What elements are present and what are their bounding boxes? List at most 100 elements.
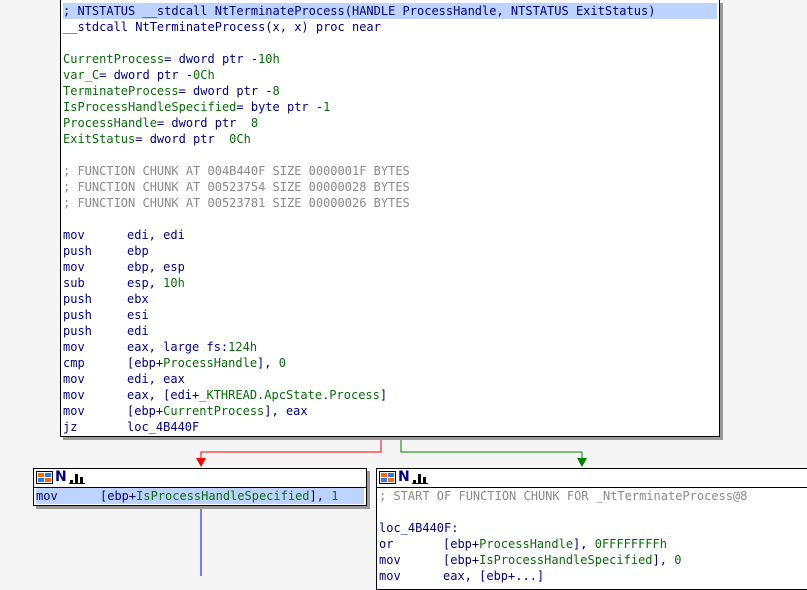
variable-name[interactable]: IsProcessHandleSpecified — [63, 100, 236, 114]
main-code-block[interactable]: ; NTSTATUS __stdcall NtTerminateProcess(… — [60, 0, 720, 437]
instruction-mnemonic[interactable]: mov — [379, 552, 443, 568]
node-n-icon[interactable]: N — [55, 470, 67, 484]
stack-variable-line[interactable]: ExitStatus= dword ptr 0Ch — [63, 131, 717, 147]
instruction-operands[interactable]: esi — [127, 308, 149, 322]
instruction-operands[interactable]: eax, large fs:124h — [127, 340, 257, 354]
code-label[interactable]: loc_4B440F: — [379, 520, 807, 536]
variable-definition: = dword ptr -0Ch — [99, 68, 215, 82]
instruction-mnemonic[interactable]: push — [63, 323, 127, 339]
instruction-operands[interactable]: edi, edi — [127, 228, 185, 242]
comment-line[interactable]: ; FUNCTION CHUNK AT 00523754 SIZE 000000… — [63, 179, 717, 195]
instruction-operands[interactable]: esp, 10h — [127, 276, 185, 290]
stack-variable-line[interactable]: CurrentProcess= dword ptr -10h — [63, 51, 717, 67]
instruction-mnemonic[interactable]: jz — [63, 419, 127, 435]
instruction-line[interactable]: push edi — [63, 323, 717, 339]
stack-variable-line[interactable]: IsProcessHandleSpecified= byte ptr -1 — [63, 99, 717, 115]
instruction-operands[interactable]: eax, [ebp+...] — [443, 569, 544, 583]
instruction-mnemonic[interactable]: sub — [63, 275, 127, 291]
edge-true-branch[interactable] — [400, 437, 583, 462]
instruction-operands[interactable]: [ebp+ProcessHandle], 0FFFFFFFFh — [443, 537, 667, 551]
main-code-listing: ; NTSTATUS __stdcall NtTerminateProcess(… — [63, 3, 717, 435]
declaration-text: __stdcall NtTerminateProcess(x, x) proc … — [63, 20, 381, 34]
instruction-mnemonic[interactable]: push — [63, 291, 127, 307]
instruction-mnemonic[interactable]: cmp — [63, 355, 127, 371]
instruction-mnemonic[interactable]: mov — [63, 403, 127, 419]
label-text[interactable]: loc_4B440F: — [379, 521, 458, 535]
instruction-line[interactable]: jz loc_4B440F — [63, 419, 717, 435]
instruction-operands[interactable]: [ebp+ProcessHandle], 0 — [127, 356, 286, 370]
declaration-line[interactable]: ; NTSTATUS __stdcall NtTerminateProcess(… — [63, 3, 717, 19]
instruction-operands[interactable]: eax, [edi+_KTHREAD.ApcState.Process] — [127, 388, 387, 402]
variable-definition: = byte ptr -1 — [236, 100, 331, 114]
variable-definition: = dword ptr -10h — [164, 52, 280, 66]
instruction-operands[interactable]: edi — [127, 324, 149, 338]
instruction-operands[interactable]: ebx — [127, 292, 149, 306]
edge-true-arrow — [577, 458, 587, 467]
instruction-line[interactable]: sub esp, 10h — [63, 275, 717, 291]
instruction-line[interactable]: mov ebp, esp — [63, 259, 717, 275]
instruction-mnemonic[interactable]: mov — [63, 339, 127, 355]
variable-definition: = dword ptr 0Ch — [135, 132, 251, 146]
instruction-mnemonic[interactable]: or — [379, 536, 443, 552]
instruction-operands[interactable]: [ebp+CurrentProcess], eax — [127, 404, 308, 418]
instruction-line[interactable]: mov [ebp+IsProcessHandleSpecified], 0 — [379, 552, 807, 568]
node-n-icon[interactable]: N — [398, 470, 410, 484]
instruction-line[interactable]: mov eax, [ebp+...] — [379, 568, 807, 584]
variable-definition: = dword ptr 8 — [156, 116, 259, 130]
declaration-line[interactable]: __stdcall NtTerminateProcess(x, x) proc … — [63, 19, 717, 35]
left-code-block[interactable]: N mov [ebp+IsProcessHandleSpecified], 1 — [33, 468, 367, 506]
instruction-line[interactable]: cmp [ebp+ProcessHandle], 0 — [63, 355, 717, 371]
instruction-operands[interactable]: ebp, esp — [127, 260, 185, 274]
instruction-operands[interactable]: edi, eax — [127, 372, 185, 386]
instruction-operands[interactable]: [ebp+IsProcessHandleSpecified], 1 — [100, 489, 338, 503]
instruction-line[interactable]: push esi — [63, 307, 717, 323]
node-bars-icon[interactable] — [69, 471, 85, 484]
variable-name[interactable]: ExitStatus — [63, 132, 135, 146]
instruction-mnemonic[interactable]: mov — [63, 371, 127, 387]
edge-false-arrow — [196, 458, 206, 467]
instruction-mnemonic[interactable]: push — [63, 307, 127, 323]
instruction-mnemonic[interactable]: push — [63, 243, 127, 259]
comment-line[interactable]: ; START OF FUNCTION CHUNK FOR _NtTermina… — [379, 488, 807, 504]
instruction-line[interactable]: mov edi, eax — [63, 371, 717, 387]
node-bars-icon[interactable] — [412, 471, 428, 484]
instruction-line[interactable]: push ebx — [63, 291, 717, 307]
instruction-line[interactable]: mov eax, [edi+_KTHREAD.ApcState.Process] — [63, 387, 717, 403]
instruction-mnemonic[interactable]: mov — [63, 387, 127, 403]
instruction-line[interactable]: mov [ebp+CurrentProcess], eax — [63, 403, 717, 419]
comment-text: ; FUNCTION CHUNK AT 00523754 SIZE 000000… — [63, 180, 410, 194]
comment-line[interactable]: ; FUNCTION CHUNK AT 00523781 SIZE 000000… — [63, 195, 717, 211]
instruction-mnemonic[interactable]: mov — [63, 227, 127, 243]
left-code-listing: mov [ebp+IsProcessHandleSpecified], 1 — [36, 488, 364, 504]
right-block-titlebar: N — [377, 469, 807, 488]
instruction-line[interactable]: mov eax, large fs:124h — [63, 339, 717, 355]
instruction-operands[interactable]: loc_4B440F — [127, 420, 199, 434]
graph-grid-icon[interactable] — [379, 471, 396, 484]
variable-name[interactable]: ProcessHandle — [63, 116, 157, 130]
stack-variable-line[interactable]: ProcessHandle= dword ptr 8 — [63, 115, 717, 131]
instruction-line[interactable]: mov edi, edi — [63, 227, 717, 243]
stack-variable-line[interactable]: TerminateProcess= dword ptr -8 — [63, 83, 717, 99]
instruction-line[interactable]: mov [ebp+IsProcessHandleSpecified], 1 — [36, 488, 364, 504]
comment-text: ; START OF FUNCTION CHUNK FOR _NtTermina… — [379, 489, 748, 503]
left-block-titlebar: N — [34, 469, 366, 488]
variable-name[interactable]: TerminateProcess — [63, 84, 179, 98]
instruction-mnemonic[interactable]: mov — [36, 488, 100, 504]
variable-name[interactable]: var_C — [63, 68, 99, 82]
graph-grid-icon[interactable] — [36, 471, 53, 484]
instruction-mnemonic[interactable]: mov — [379, 568, 443, 584]
variable-name[interactable]: CurrentProcess — [63, 52, 164, 66]
right-code-block[interactable]: N ; START OF FUNCTION CHUNK FOR _NtTermi… — [376, 468, 807, 590]
comment-text: ; FUNCTION CHUNK AT 00523781 SIZE 000000… — [63, 196, 410, 210]
stack-variable-line[interactable]: var_C= dword ptr -0Ch — [63, 67, 717, 83]
instruction-operands[interactable]: ebp — [127, 244, 149, 258]
edge-false-branch[interactable] — [200, 437, 382, 462]
instruction-operands[interactable]: [ebp+IsProcessHandleSpecified], 0 — [443, 553, 681, 567]
instruction-line[interactable]: or [ebp+ProcessHandle], 0FFFFFFFFh — [379, 536, 807, 552]
comment-line[interactable]: ; FUNCTION CHUNK AT 004B440F SIZE 000000… — [63, 163, 717, 179]
instruction-mnemonic[interactable]: mov — [63, 259, 127, 275]
instruction-line[interactable]: push ebp — [63, 243, 717, 259]
